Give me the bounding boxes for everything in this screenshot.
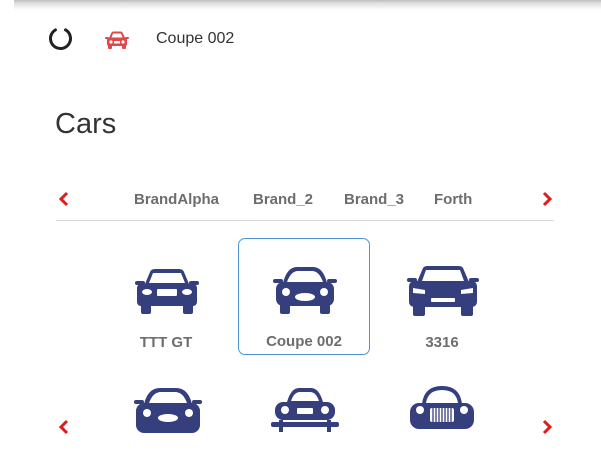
chevron-right-icon[interactable] <box>538 190 556 208</box>
chevron-left-icon[interactable] <box>55 190 73 208</box>
car-tile-coupe-002[interactable]: Coupe 002 <box>238 238 370 355</box>
suv-car-icon <box>407 266 479 316</box>
car-icon <box>105 31 129 49</box>
chevron-right-icon[interactable] <box>538 418 556 436</box>
car-tile-label: TTT GT <box>139 334 193 351</box>
brand-tabs: BrandAlpha Brand_2 Brand_3 Forth <box>0 180 601 220</box>
coupe-car-icon <box>273 267 337 314</box>
car-tile-3316[interactable]: 3316 <box>376 239 508 356</box>
tab-brand-3[interactable]: Brand_3 <box>344 191 404 208</box>
car-tile-label: Coupe 002 <box>266 333 342 350</box>
tabs-divider <box>56 220 554 221</box>
classic-car-icon[interactable] <box>267 384 343 438</box>
spinner-icon <box>49 27 72 50</box>
current-car-title: Coupe 002 <box>156 30 235 47</box>
tab-brand-2[interactable]: Brand_2 <box>253 191 313 208</box>
car-tile-label: 3316 <box>425 334 459 351</box>
top-shadow-divider <box>14 0 601 12</box>
car-tile-ttt-gt[interactable]: TTT GT <box>100 239 232 356</box>
sedan-car-icon <box>135 269 199 314</box>
page-title: Cars <box>55 108 117 140</box>
tab-brandalpha[interactable]: BrandAlpha <box>134 191 219 208</box>
tab-forth[interactable]: Forth <box>434 191 472 208</box>
chevron-left-icon[interactable] <box>55 418 73 436</box>
vintage-car-icon[interactable] <box>404 384 480 438</box>
top-bar: Coupe 002 <box>0 14 601 64</box>
sports-car-icon[interactable] <box>130 384 206 438</box>
